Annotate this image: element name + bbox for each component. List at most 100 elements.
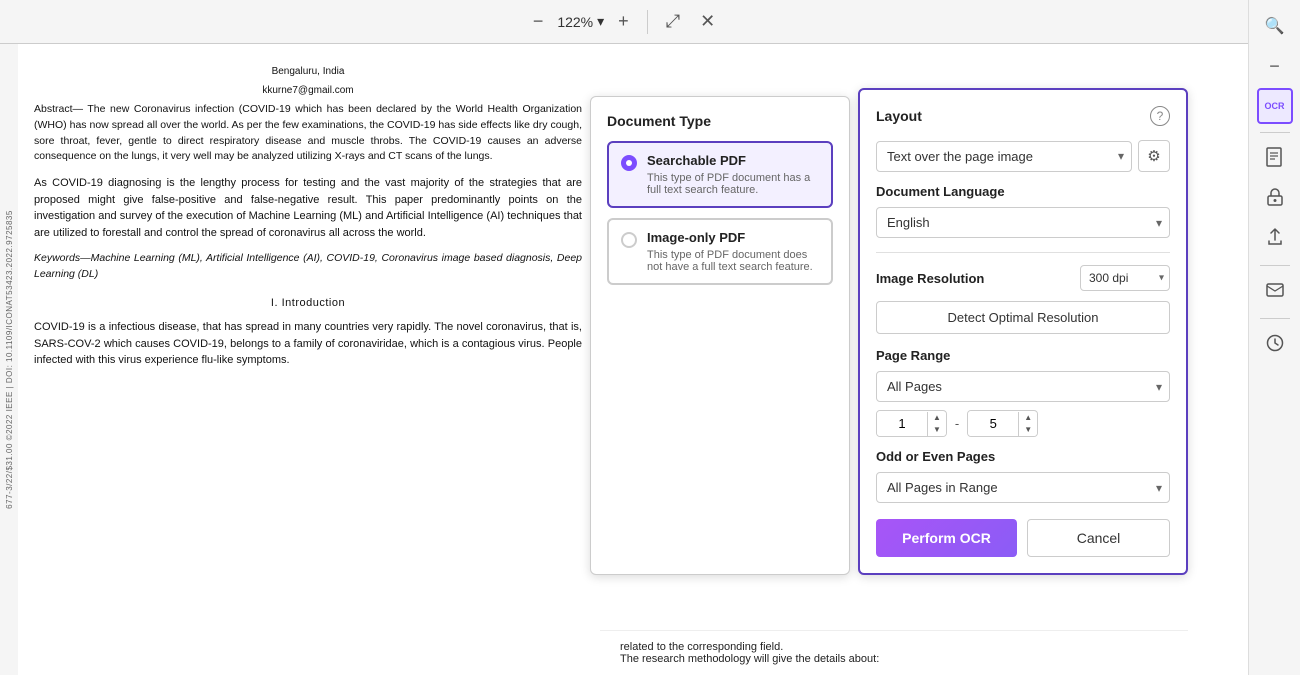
page-range-select-wrapper: All Pages Current Page Custom Range: [876, 371, 1170, 402]
odd-even-section: Odd or Even Pages All Pages in Range Odd…: [876, 449, 1170, 503]
range-from-input-wrap: ▲ ▼: [876, 410, 947, 437]
history-sidebar-button[interactable]: [1257, 327, 1293, 363]
section-heading: I. Introduction: [34, 295, 582, 312]
layout-select-row: Text over the page image Text below imag…: [876, 140, 1170, 172]
collapse-icon: ✕: [700, 11, 715, 32]
doc-content: Bengaluru, India kkurne7@gmail.com Abstr…: [18, 44, 598, 675]
searchable-pdf-label: Searchable PDF: [647, 153, 819, 168]
odd-even-label: Odd or Even Pages: [876, 449, 1170, 464]
share-icon: [1267, 228, 1283, 251]
cancel-button[interactable]: Cancel: [1027, 519, 1170, 557]
range-to-input-wrap: ▲ ▼: [967, 410, 1038, 437]
toolbar: − 122% ▾ + ⤢ ✕: [0, 0, 1248, 44]
image-only-pdf-label: Image-only PDF: [647, 230, 819, 245]
search-icon: 🔍: [1265, 16, 1285, 36]
doc-type-panel: Document Type Searchable PDF This type o…: [590, 96, 850, 575]
lang-section: Document Language English French German …: [876, 184, 1170, 238]
page-range-select[interactable]: All Pages Current Page Custom Range: [876, 371, 1170, 402]
from-down-button[interactable]: ▼: [928, 424, 946, 436]
perform-ocr-label: Perform OCR: [902, 530, 991, 546]
lock-icon: [1267, 188, 1283, 211]
cancel-label: Cancel: [1077, 530, 1121, 546]
bottom-text1: related to the corresponding field.: [620, 641, 1168, 653]
doc-type-title: Document Type: [607, 113, 833, 129]
doc-sidebar-button[interactable]: [1257, 141, 1293, 177]
collapse-button[interactable]: ✕: [694, 7, 721, 36]
page-range-label: Page Range: [876, 348, 1170, 363]
perform-ocr-button[interactable]: Perform OCR: [876, 519, 1017, 557]
odd-even-select[interactable]: All Pages in Range Odd Pages Only Even P…: [876, 472, 1170, 503]
to-down-button[interactable]: ▼: [1019, 424, 1037, 436]
gear-button[interactable]: ⚙: [1138, 140, 1170, 172]
zoom-in-icon: +: [618, 11, 629, 32]
history-icon: [1266, 334, 1284, 357]
sidebar-divider2: [1260, 265, 1290, 266]
para2: As COVID-19 diagnosing is the lengthy pr…: [34, 175, 582, 241]
search-sidebar-button[interactable]: 🔍: [1257, 8, 1293, 44]
resolution-select[interactable]: 300 dpi 150 dpi 200 dpi 400 dpi 600 dpi: [1080, 265, 1170, 291]
range-dash: -: [955, 416, 959, 431]
help-icon[interactable]: ?: [1150, 106, 1170, 126]
to-spinners: ▲ ▼: [1018, 412, 1037, 436]
from-spinners: ▲ ▼: [927, 412, 946, 436]
resolution-select-wrapper: 300 dpi 150 dpi 200 dpi 400 dpi 600 dpi: [1080, 265, 1170, 291]
doc-icon: [1266, 147, 1284, 172]
to-up-button[interactable]: ▲: [1019, 412, 1037, 424]
sidebar-divider3: [1260, 318, 1290, 319]
searchable-pdf-radio[interactable]: [621, 155, 637, 171]
gear-icon: ⚙: [1147, 147, 1160, 165]
ocr-panel: Layout ? Text over the page image Text b…: [858, 88, 1188, 575]
layout-select-wrapper: Text over the page image Text below imag…: [876, 141, 1132, 172]
divider: [876, 252, 1170, 253]
zoom-dropdown-icon: ▾: [597, 13, 604, 30]
intro-para: COVID-19 is a infectious disease, that h…: [34, 319, 582, 369]
detect-resolution-button[interactable]: Detect Optimal Resolution: [876, 301, 1170, 334]
action-row: Perform OCR Cancel: [876, 519, 1170, 557]
right-sidebar: 🔍 − OCR: [1248, 0, 1300, 675]
zoom-out-icon: −: [533, 11, 544, 32]
author-line2: kkurne7@gmail.com: [34, 83, 582, 98]
page-range-section: Page Range All Pages Current Page Custom…: [876, 348, 1170, 437]
minus-icon: −: [1269, 56, 1280, 77]
mail-sidebar-button[interactable]: [1257, 274, 1293, 310]
searchable-pdf-desc: This type of PDF document has a full tex…: [647, 172, 819, 196]
resolution-label: Image Resolution: [876, 271, 984, 286]
detect-btn-label: Detect Optimal Resolution: [947, 310, 1098, 325]
ocr-icon: OCR: [1265, 102, 1285, 111]
mail-icon: [1266, 283, 1284, 302]
minus-sidebar-button[interactable]: −: [1257, 48, 1293, 84]
odd-even-select-wrapper: All Pages in Range Odd Pages Only Even P…: [876, 472, 1170, 503]
lang-select[interactable]: English French German Spanish: [876, 207, 1170, 238]
doi-label: 677-3/22/$31.00 ©2022 IEEE | DOI: 10.110…: [0, 44, 18, 675]
fit-button[interactable]: ⤢: [660, 7, 686, 36]
searchable-pdf-option[interactable]: Searchable PDF This type of PDF document…: [607, 141, 833, 208]
bottom-doc-content: related to the corresponding field. The …: [600, 630, 1188, 675]
overlay-container: Document Type Searchable PDF This type o…: [590, 88, 1188, 575]
keywords: Keywords—Machine Learning (ML), Artifici…: [34, 251, 582, 283]
range-to-input[interactable]: [968, 411, 1018, 436]
author-line1: Bengaluru, India: [34, 64, 582, 79]
range-from-input[interactable]: [877, 411, 927, 436]
abstract-text: Abstract— The new Coronavirus infection …: [34, 102, 582, 165]
zoom-out-button[interactable]: −: [527, 7, 550, 36]
image-only-pdf-option[interactable]: Image-only PDF This type of PDF document…: [607, 218, 833, 285]
bottom-text2: The research methodology will give the d…: [620, 653, 1168, 665]
layout-title: Layout: [876, 108, 922, 124]
ocr-sidebar-button[interactable]: OCR: [1257, 88, 1293, 124]
image-only-pdf-info: Image-only PDF This type of PDF document…: [647, 230, 819, 273]
toolbar-divider: [647, 10, 648, 34]
lang-label: Document Language: [876, 184, 1170, 199]
searchable-pdf-info: Searchable PDF This type of PDF document…: [647, 153, 819, 196]
fit-icon: ⤢: [666, 11, 680, 32]
range-inputs: ▲ ▼ - ▲ ▼: [876, 410, 1170, 437]
from-up-button[interactable]: ▲: [928, 412, 946, 424]
layout-select[interactable]: Text over the page image Text below imag…: [876, 141, 1132, 172]
resolution-row: Image Resolution 300 dpi 150 dpi 200 dpi…: [876, 265, 1170, 291]
sidebar-divider1: [1260, 132, 1290, 133]
zoom-in-button[interactable]: +: [612, 7, 635, 36]
image-only-pdf-radio[interactable]: [621, 232, 637, 248]
lang-select-wrapper: English French German Spanish: [876, 207, 1170, 238]
ocr-layout-header: Layout ?: [876, 106, 1170, 126]
share-sidebar-button[interactable]: [1257, 221, 1293, 257]
lock-sidebar-button[interactable]: [1257, 181, 1293, 217]
